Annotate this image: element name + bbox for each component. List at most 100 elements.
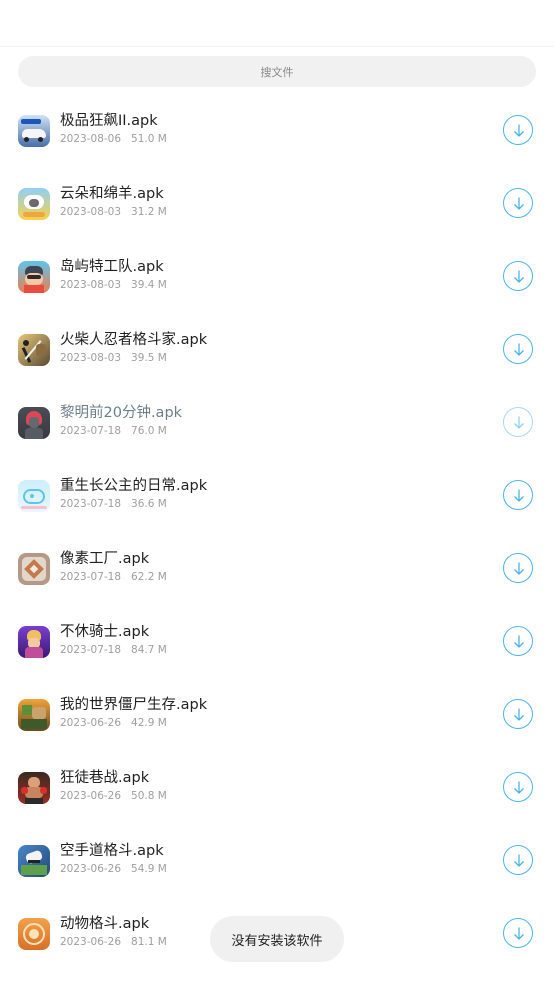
file-date: 2023-08-03 xyxy=(60,352,122,364)
file-name: 黎明前20分钟.apk xyxy=(60,405,183,421)
file-name: 岛屿特工队.apk xyxy=(60,259,164,275)
file-name: 不休骑士.apk xyxy=(60,624,150,640)
street-fighter-icon xyxy=(18,772,50,804)
file-meta: 2023-08-03 39.4 M xyxy=(60,279,167,292)
cloud-sheep-icon xyxy=(18,188,50,220)
file-name: 火柴人忍者格斗家.apk xyxy=(60,332,208,348)
island-agent-icon xyxy=(18,261,50,293)
file-meta: 2023-08-03 31.2 M xyxy=(60,206,167,219)
file-name: 像素工厂.apk xyxy=(60,551,150,567)
list-item[interactable]: 重生长公主的日常.apk 2023-07-18 36.6 M xyxy=(0,477,554,550)
file-meta: 2023-08-03 39.5 M xyxy=(60,352,167,365)
download-arrow-icon xyxy=(514,416,524,429)
file-list: 极品狂飙II.apk 2023-08-06 51.0 M 云朵和绵羊.apk 20… xyxy=(0,112,554,988)
list-item[interactable]: 火柴人忍者格斗家.apk 2023-08-03 39.5 M xyxy=(0,331,554,404)
file-size: 42.9 M xyxy=(131,717,167,729)
file-meta: 2023-07-18 36.6 M xyxy=(60,498,167,511)
file-name: 狂徒巷战.apk xyxy=(60,770,150,786)
file-name: 极品狂飙II.apk xyxy=(60,113,158,129)
download-button[interactable] xyxy=(503,480,533,510)
download-button[interactable] xyxy=(503,553,533,583)
file-meta: 2023-08-06 51.0 M xyxy=(60,133,167,146)
file-size: 76.0 M xyxy=(131,425,167,437)
download-button[interactable] xyxy=(503,407,533,437)
file-meta: 2023-07-18 84.7 M xyxy=(60,644,167,657)
knight-icon xyxy=(18,626,50,658)
file-meta: 2023-06-26 54.9 M xyxy=(60,863,167,876)
pixel-factory-icon xyxy=(18,553,50,585)
file-date: 2023-06-26 xyxy=(60,936,122,948)
racing-car-icon xyxy=(18,115,50,147)
download-button[interactable] xyxy=(503,699,533,729)
list-item[interactable]: 空手道格斗.apk 2023-06-26 54.9 M xyxy=(0,842,554,915)
download-button[interactable] xyxy=(503,115,533,145)
top-bar xyxy=(0,0,554,47)
list-item[interactable]: 狂徒巷战.apk 2023-06-26 50.8 M xyxy=(0,769,554,842)
file-date: 2023-06-26 xyxy=(60,790,122,802)
file-meta: 2023-06-26 42.9 M xyxy=(60,717,167,730)
file-meta: 2023-07-18 76.0 M xyxy=(60,425,167,438)
file-size: 62.2 M xyxy=(131,571,167,583)
file-date: 2023-06-26 xyxy=(60,717,122,729)
stickman-ninja-icon xyxy=(18,334,50,366)
file-date: 2023-07-18 xyxy=(60,571,122,583)
download-arrow-icon xyxy=(514,927,524,940)
animal-fight-icon xyxy=(18,918,50,950)
file-size: 39.4 M xyxy=(131,279,167,291)
list-item[interactable]: 极品狂飙II.apk 2023-08-06 51.0 M xyxy=(0,112,554,185)
download-button[interactable] xyxy=(503,918,533,948)
file-date: 2023-08-06 xyxy=(60,133,122,145)
file-date: 2023-07-18 xyxy=(60,425,122,437)
file-date: 2023-08-03 xyxy=(60,206,122,218)
download-arrow-icon xyxy=(514,708,524,721)
file-size: 31.2 M xyxy=(131,206,167,218)
search-placeholder: 搜文件 xyxy=(260,65,294,79)
file-date: 2023-07-18 xyxy=(60,644,122,656)
toast-text: 没有安装该软件 xyxy=(231,933,323,949)
search-input[interactable]: 搜文件 xyxy=(18,56,536,87)
list-item[interactable]: 不休骑士.apk 2023-07-18 84.7 M xyxy=(0,623,554,696)
download-arrow-icon xyxy=(514,854,524,867)
list-item[interactable]: 云朵和绵羊.apk 2023-08-03 31.2 M xyxy=(0,185,554,258)
toast-message: 没有安装该软件 xyxy=(210,916,344,962)
list-item[interactable]: 黎明前20分钟.apk 2023-07-18 76.0 M xyxy=(0,404,554,477)
download-arrow-icon xyxy=(514,635,524,648)
list-item[interactable]: 岛屿特工队.apk 2023-08-03 39.4 M xyxy=(0,258,554,331)
karate-icon xyxy=(18,845,50,877)
file-name: 动物格斗.apk xyxy=(60,916,150,932)
download-arrow-icon xyxy=(514,197,524,210)
dawn-girl-icon xyxy=(18,407,50,439)
download-arrow-icon xyxy=(514,343,524,356)
download-button[interactable] xyxy=(503,188,533,218)
file-name: 空手道格斗.apk xyxy=(60,843,164,859)
download-button[interactable] xyxy=(503,845,533,875)
file-size: 51.0 M xyxy=(131,133,167,145)
file-date: 2023-06-26 xyxy=(60,863,122,875)
file-size: 54.9 M xyxy=(131,863,167,875)
download-button[interactable] xyxy=(503,334,533,364)
file-size: 50.8 M xyxy=(131,790,167,802)
file-meta: 2023-07-18 62.2 M xyxy=(60,571,167,584)
file-meta: 2023-06-26 50.8 M xyxy=(60,790,167,803)
file-name: 云朵和绵羊.apk xyxy=(60,186,164,202)
file-meta: 2023-06-26 81.1 M xyxy=(60,936,167,949)
download-button[interactable] xyxy=(503,626,533,656)
download-arrow-icon xyxy=(514,489,524,502)
download-arrow-icon xyxy=(514,781,524,794)
file-name: 我的世界僵尸生存.apk xyxy=(60,697,208,713)
file-size: 39.5 M xyxy=(131,352,167,364)
zombie-survival-icon xyxy=(18,699,50,731)
download-button[interactable] xyxy=(503,772,533,802)
list-item[interactable]: 我的世界僵尸生存.apk 2023-06-26 42.9 M xyxy=(0,696,554,769)
file-date: 2023-08-03 xyxy=(60,279,122,291)
download-arrow-icon xyxy=(514,562,524,575)
file-size: 84.7 M xyxy=(131,644,167,656)
princess-whale-icon xyxy=(18,480,50,512)
list-item[interactable]: 像素工厂.apk 2023-07-18 62.2 M xyxy=(0,550,554,623)
download-arrow-icon xyxy=(514,124,524,137)
file-name: 重生长公主的日常.apk xyxy=(60,478,208,494)
file-size: 81.1 M xyxy=(131,936,167,948)
file-size: 36.6 M xyxy=(131,498,167,510)
download-arrow-icon xyxy=(514,270,524,283)
download-button[interactable] xyxy=(503,261,533,291)
